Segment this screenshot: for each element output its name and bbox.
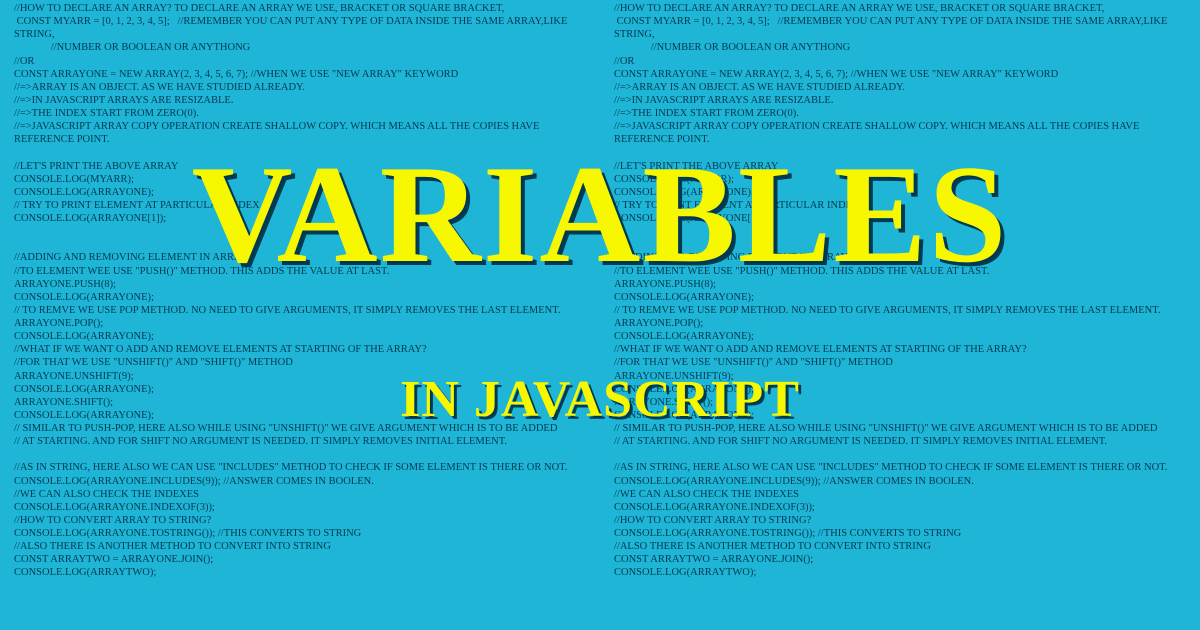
background-code-left: //HOW TO DECLARE AN ARRAY? TO DECLARE AN…: [0, 0, 600, 582]
background-code-right: //HOW TO DECLARE AN ARRAY? TO DECLARE AN…: [600, 0, 1200, 582]
